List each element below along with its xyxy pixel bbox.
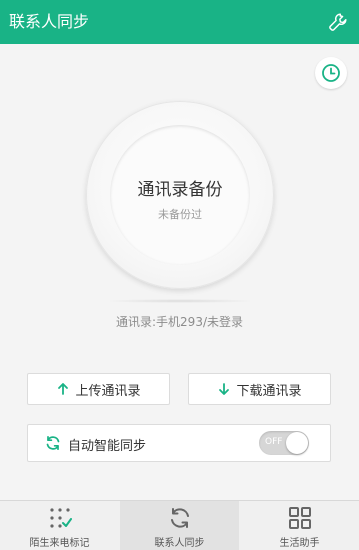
circle-shadow [104, 299, 256, 303]
arrow-up-icon [56, 382, 70, 396]
auto-sync-label: 自动智能同步 [68, 439, 147, 454]
toggle-state-text: OFF [265, 437, 283, 447]
dial-check-icon [50, 508, 72, 528]
page-title: 联系人同步 [9, 12, 90, 31]
upload-label: 上传通讯录 [75, 383, 141, 399]
download-contacts-button[interactable]: 下载通讯录 [188, 373, 331, 405]
toggle-knob [286, 432, 308, 454]
auto-sync-row: 自动智能同步 OFF [27, 424, 331, 462]
nav-label-contacts-sync: 联系人同步 [154, 538, 205, 549]
bottom-nav: 陌生来电标记 联系人同步 生活助手 [0, 500, 359, 550]
auto-sync-toggle[interactable]: OFF [259, 431, 309, 455]
clock-icon [322, 64, 340, 82]
top-bar: 联系人同步 [0, 0, 359, 44]
nav-label-stranger-call-mark: 陌生来电标记 [29, 538, 90, 549]
backup-title: 通讯录备份 [137, 180, 223, 200]
arrow-down-icon [217, 382, 231, 396]
backup-circle-button[interactable]: 通讯录备份 未备份过 [86, 101, 274, 289]
grid-icon [289, 507, 311, 529]
nav-label-life-assistant: 生活助手 [279, 538, 320, 549]
download-label: 下载通讯录 [236, 383, 302, 399]
nav-item-life-assistant[interactable]: 生活助手 [240, 501, 359, 550]
sync-icon [45, 435, 61, 455]
settings-button[interactable] [325, 9, 351, 35]
history-button[interactable] [315, 57, 347, 89]
backup-subtitle: 未备份过 [158, 208, 202, 221]
nav-item-stranger-call-mark[interactable]: 陌生来电标记 [0, 501, 119, 550]
contacts-status: 通讯录:手机293/未登录 [116, 315, 243, 329]
sync-icon [171, 508, 189, 528]
wrench-icon [329, 13, 347, 31]
nav-item-contacts-sync[interactable]: 联系人同步 [120, 501, 239, 550]
backup-circle-inner: 通讯录备份 未备份过 [110, 125, 250, 265]
upload-contacts-button[interactable]: 上传通讯录 [27, 373, 170, 405]
